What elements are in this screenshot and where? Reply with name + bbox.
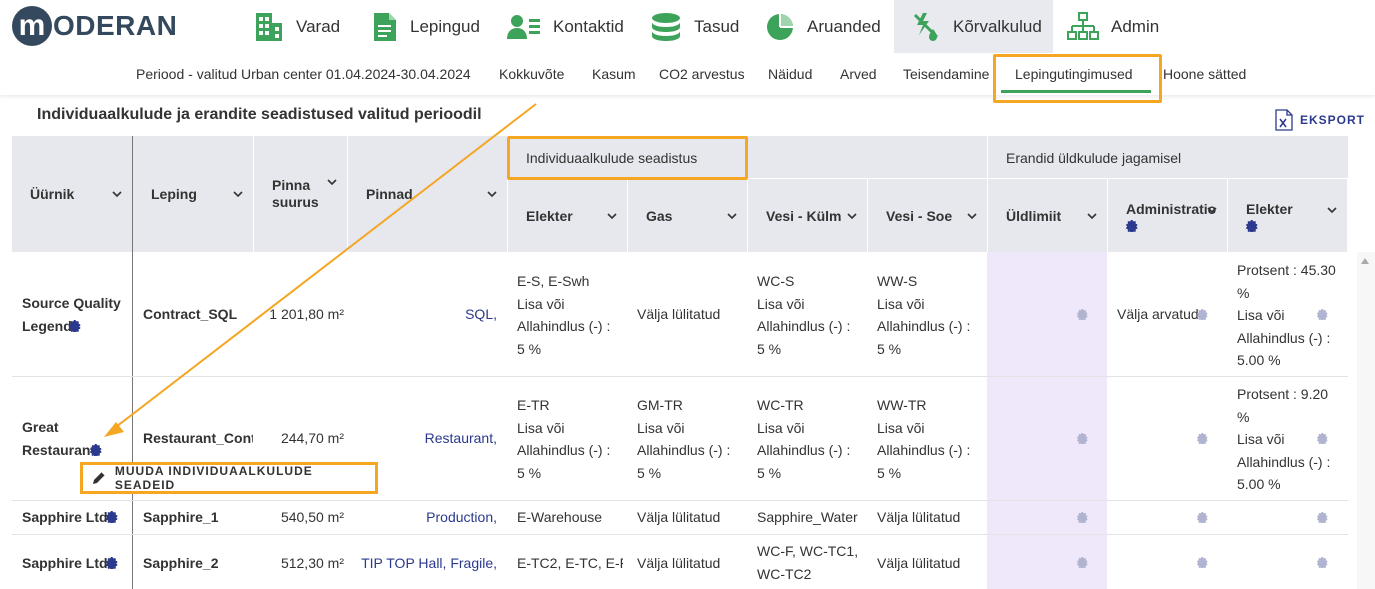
edit-button-label: MUUDA INDIVIDUAALKULUDE SEADEID	[114, 464, 313, 492]
edit-individual-costs-button[interactable]: MUUDA INDIVIDUAALKULUDE SEADEID	[80, 462, 378, 494]
annotation-arrow	[104, 103, 537, 437]
pencil-icon	[92, 471, 106, 484]
